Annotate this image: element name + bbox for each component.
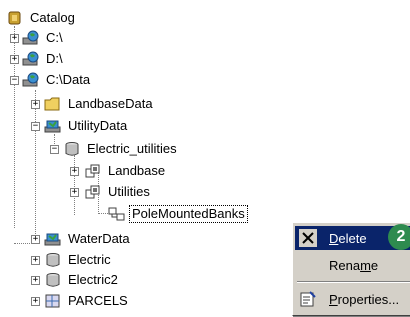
geodatabase-icon	[65, 142, 79, 156]
folder-icon	[44, 97, 60, 111]
tree-item-c-drive[interactable]: C:\	[22, 28, 65, 48]
expand-button[interactable]: +	[31, 256, 40, 265]
delete-icon	[299, 229, 317, 247]
tree-line	[35, 90, 36, 244]
menu-item-label: Delete	[329, 230, 367, 246]
menu-item-label: Rename	[329, 257, 379, 273]
tree-line	[74, 155, 75, 215]
feature-dataset-icon	[85, 164, 100, 178]
expand-button[interactable]: +	[31, 276, 40, 285]
tree-item-label: PARCELS	[68, 293, 128, 308]
feature-dataset-icon	[85, 185, 100, 199]
collapse-button[interactable]: −	[31, 122, 40, 131]
drive-icon	[22, 72, 39, 87]
menu-item-label: Properties...	[329, 291, 400, 307]
menu-item-rename[interactable]: Rename	[295, 253, 410, 277]
tree-item-landbasedata[interactable]: LandbaseData	[44, 94, 155, 114]
expand-button[interactable]: +	[70, 188, 79, 197]
tree-item-label: PoleMountedBanks	[129, 205, 248, 223]
tree-item-waterdata[interactable]: WaterData	[44, 229, 132, 249]
tree-item-electric2[interactable]: Electric2	[44, 270, 120, 290]
tree-item-c-data[interactable]: C:\Data	[22, 70, 92, 90]
expand-button[interactable]: +	[10, 55, 19, 64]
tree-item-label: LandbaseData	[68, 96, 153, 111]
coverage-icon	[45, 294, 60, 308]
geodatabase-icon	[46, 253, 60, 267]
tree-item-label: Electric2	[68, 272, 118, 287]
relationship-class-icon	[108, 207, 125, 221]
tree-item-label: Electric_utilities	[87, 141, 177, 156]
expand-button[interactable]: +	[31, 235, 40, 244]
tree-item-parcels[interactable]: PARCELS	[44, 291, 130, 311]
tree-item-utilitydata[interactable]: UtilityData	[44, 116, 129, 136]
tree-item-label: Landbase	[108, 163, 166, 178]
expand-button[interactable]: +	[31, 297, 40, 306]
dataset-icon	[44, 120, 61, 133]
tree-item-label: UtilityData	[68, 118, 128, 133]
expand-button[interactable]: +	[70, 167, 79, 176]
menu-separator	[297, 281, 410, 283]
tree-item-catalog[interactable]: Catalog	[6, 8, 77, 28]
geodatabase-icon	[46, 273, 60, 287]
catalog-icon	[8, 11, 21, 25]
drive-icon	[22, 30, 39, 45]
menu-item-properties[interactable]: Properties...	[295, 287, 410, 311]
collapse-button[interactable]: −	[10, 76, 19, 85]
tree-item-utilities[interactable]: Utilities	[84, 182, 152, 202]
tree-item-electric[interactable]: Electric	[44, 250, 113, 270]
tree-item-d-drive[interactable]: D:\	[22, 49, 65, 69]
tree-item-label: WaterData	[68, 231, 130, 246]
tree-item-label: Catalog	[30, 10, 75, 25]
step-callout-badge: 2	[388, 224, 410, 250]
tree-item-label: D:\	[46, 51, 63, 66]
drive-icon	[22, 51, 39, 66]
tree-item-label: Utilities	[108, 184, 150, 199]
tree-item-polemountedbanks[interactable]: PoleMountedBanks	[108, 204, 248, 224]
dataset-icon	[44, 233, 61, 246]
properties-icon	[300, 291, 316, 307]
tree-item-electric-utilities[interactable]: Electric_utilities	[63, 139, 179, 159]
expand-button[interactable]: +	[31, 100, 40, 109]
tree-item-label: C:\Data	[46, 72, 91, 87]
tree-item-label: Electric	[68, 252, 111, 267]
collapse-button[interactable]: −	[50, 145, 59, 154]
expand-button[interactable]: +	[10, 34, 19, 43]
tree-item-label: C:\	[46, 30, 63, 45]
tree-item-landbase[interactable]: Landbase	[84, 161, 167, 181]
